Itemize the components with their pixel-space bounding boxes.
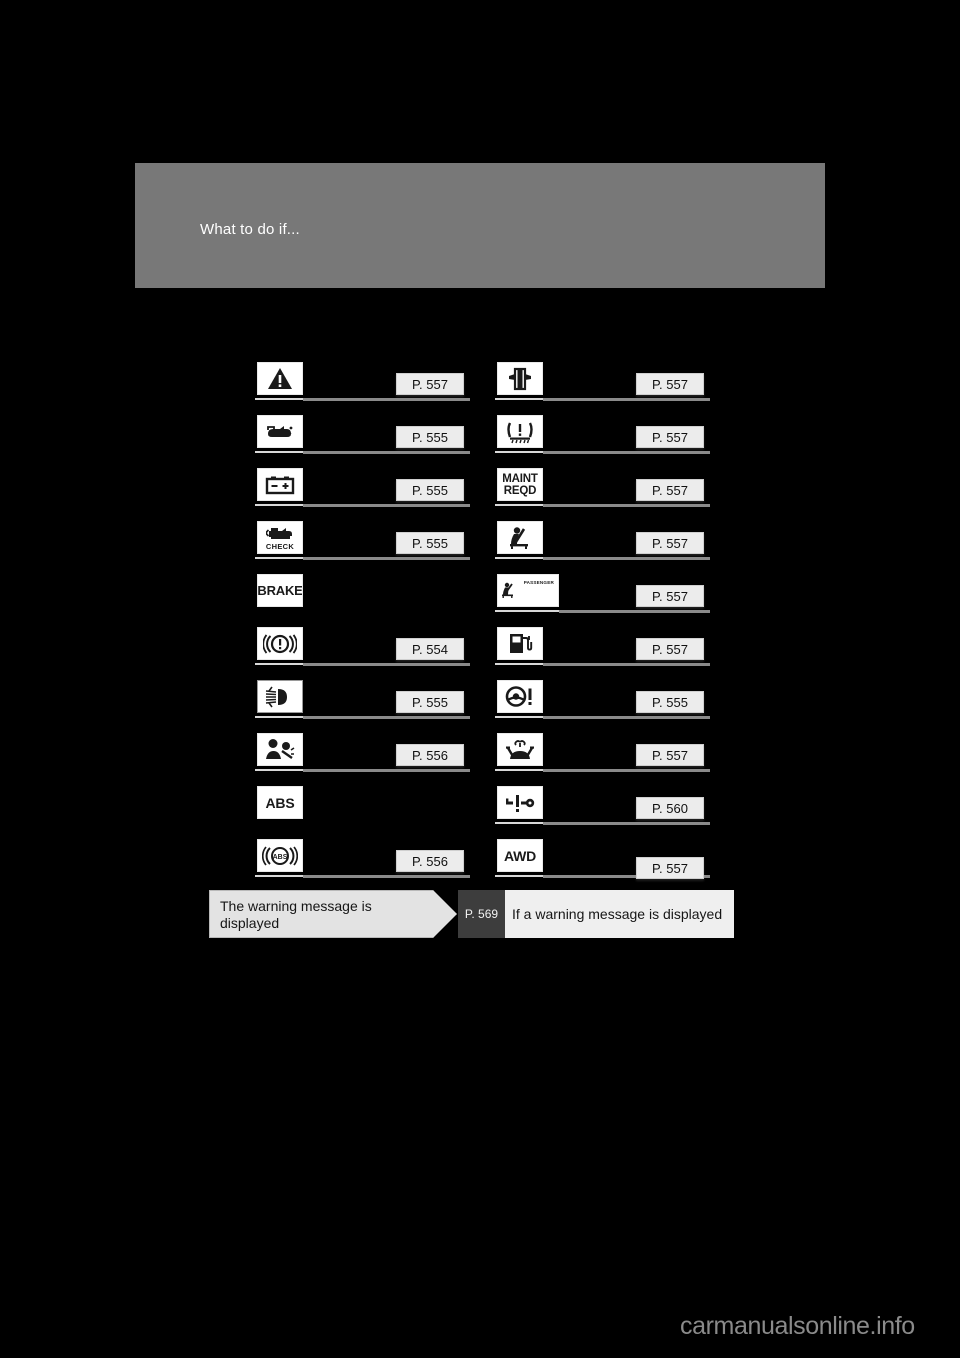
site-watermark: carmanualsonline.info xyxy=(680,1312,915,1340)
passenger-airbag-icon: PASSENGER xyxy=(497,574,559,607)
washer-fluid-icon xyxy=(497,733,543,766)
row-rule xyxy=(495,398,710,401)
headlight-beam-icon xyxy=(257,680,303,713)
page-reference[interactable]: P. 555 xyxy=(636,691,704,713)
page-reference[interactable]: P. 556 xyxy=(396,850,464,872)
low-fuel-icon xyxy=(497,627,543,660)
page-reference[interactable]: P. 557 xyxy=(636,373,704,395)
key-immobilizer-icon xyxy=(497,786,543,819)
row-rule xyxy=(495,716,710,719)
warning-light-row[interactable]: P. 557 xyxy=(255,362,470,415)
row-rule xyxy=(495,610,710,613)
warning-light-row[interactable]: P. 554 xyxy=(255,627,470,680)
warning-light-row[interactable]: P. 557 xyxy=(495,415,710,468)
page-reference[interactable]: P. 557 xyxy=(636,426,704,448)
check-engine-label: CHECK xyxy=(265,541,295,551)
row-rule xyxy=(255,504,470,507)
warning-light-row[interactable]: ABS P. 556 xyxy=(255,839,470,892)
abs-label: ABS xyxy=(265,794,295,811)
row-rule xyxy=(495,557,710,560)
row-rule xyxy=(255,451,470,454)
maintenance-required-icon: MAINT REQD xyxy=(497,468,543,501)
warning-light-row[interactable]: CHECK P. 555 xyxy=(255,521,470,574)
warning-light-column-right: P. 557 P. 557 MAINT REQD P. 557 P. 557 P… xyxy=(495,362,710,892)
row-rule xyxy=(495,822,710,825)
master-warning-triangle-icon xyxy=(257,362,303,395)
banner-page-reference[interactable]: P. 569 xyxy=(458,890,505,938)
battery-charge-icon xyxy=(257,468,303,501)
warning-light-row[interactable]: P. 555 xyxy=(255,415,470,468)
warning-light-row[interactable]: P. 555 xyxy=(255,680,470,733)
brake-label: BRAKE xyxy=(257,583,303,598)
row-rule xyxy=(255,875,470,878)
warning-light-row[interactable]: BRAKE xyxy=(255,574,470,627)
warning-light-row[interactable]: P. 556 xyxy=(255,733,470,786)
page-reference[interactable]: P. 557 xyxy=(636,744,704,766)
seat-belt-reminder-icon xyxy=(497,521,543,554)
warning-light-row[interactable]: MAINT REQD P. 557 xyxy=(495,468,710,521)
page-reference[interactable]: P. 555 xyxy=(396,532,464,554)
page-reference[interactable]: P. 556 xyxy=(396,744,464,766)
warning-light-row[interactable]: P. 560 xyxy=(495,786,710,839)
srs-airbag-icon xyxy=(257,733,303,766)
warning-light-row[interactable]: ABS xyxy=(255,786,470,839)
page-reference[interactable]: P. 557 xyxy=(636,638,704,660)
door-ajar-icon xyxy=(497,362,543,395)
warning-light-row[interactable]: P. 555 xyxy=(255,468,470,521)
page-reference[interactable]: P. 555 xyxy=(396,691,464,713)
header-band: What to do if... xyxy=(135,163,825,288)
page-reference[interactable]: P. 557 xyxy=(636,479,704,501)
warning-light-row[interactable]: AWD P. 557 xyxy=(495,839,710,892)
page-reference[interactable]: P. 557 xyxy=(636,857,704,879)
warning-light-row[interactable]: P. 557 xyxy=(495,362,710,415)
warning-light-row[interactable]: PASSENGER P. 557 xyxy=(495,574,710,627)
engine-oil-pressure-icon xyxy=(257,415,303,448)
warning-light-row[interactable]: P. 557 xyxy=(495,733,710,786)
row-rule xyxy=(495,769,710,772)
row-rule xyxy=(255,398,470,401)
warning-message-condition-label: The warning message is displayed xyxy=(220,898,372,931)
warning-light-row[interactable]: P. 557 xyxy=(495,521,710,574)
awd-label: AWD xyxy=(503,847,537,864)
power-steering-icon xyxy=(497,680,543,713)
warning-light-row[interactable]: P. 555 xyxy=(495,680,710,733)
manual-page: What to do if... P. 557 P. 555 P. 555 CH… xyxy=(0,0,960,1358)
page-reference[interactable]: P. 557 xyxy=(636,585,704,607)
page-title: What to do if... xyxy=(200,221,300,238)
awd-icon: AWD xyxy=(497,839,543,872)
passenger-label: PASSENGER xyxy=(523,580,554,585)
banner-description: If a warning message is displayed xyxy=(505,890,734,938)
warning-message-condition[interactable]: The warning message is displayed xyxy=(209,890,457,938)
page-reference[interactable]: P. 554 xyxy=(396,638,464,660)
page-reference[interactable]: P. 560 xyxy=(636,797,704,819)
page-reference[interactable]: P. 555 xyxy=(396,479,464,501)
row-rule xyxy=(255,716,470,719)
page-reference[interactable]: P. 557 xyxy=(396,373,464,395)
abs-icon: ABS xyxy=(257,786,303,819)
maint-reqd-label: MAINT REQD xyxy=(502,472,538,497)
row-rule xyxy=(495,504,710,507)
warning-light-column-left: P. 557 P. 555 P. 555 CHECK P. 555 BRAKE … xyxy=(255,362,470,892)
check-engine-icon: CHECK xyxy=(257,521,303,554)
row-rule xyxy=(255,557,470,560)
page-reference[interactable]: P. 555 xyxy=(396,426,464,448)
row-rule xyxy=(255,663,470,666)
brake-system-icon: BRAKE xyxy=(257,574,303,607)
page-reference[interactable]: P. 557 xyxy=(636,532,704,554)
abs-circle-icon: ABS xyxy=(257,839,303,872)
brake-warning-circle-icon xyxy=(257,627,303,660)
row-rule xyxy=(495,451,710,454)
row-rule xyxy=(495,663,710,666)
tire-pressure-icon xyxy=(497,415,543,448)
svg-text:ABS: ABS xyxy=(273,854,288,861)
warning-light-row[interactable]: P. 557 xyxy=(495,627,710,680)
row-rule xyxy=(255,769,470,772)
